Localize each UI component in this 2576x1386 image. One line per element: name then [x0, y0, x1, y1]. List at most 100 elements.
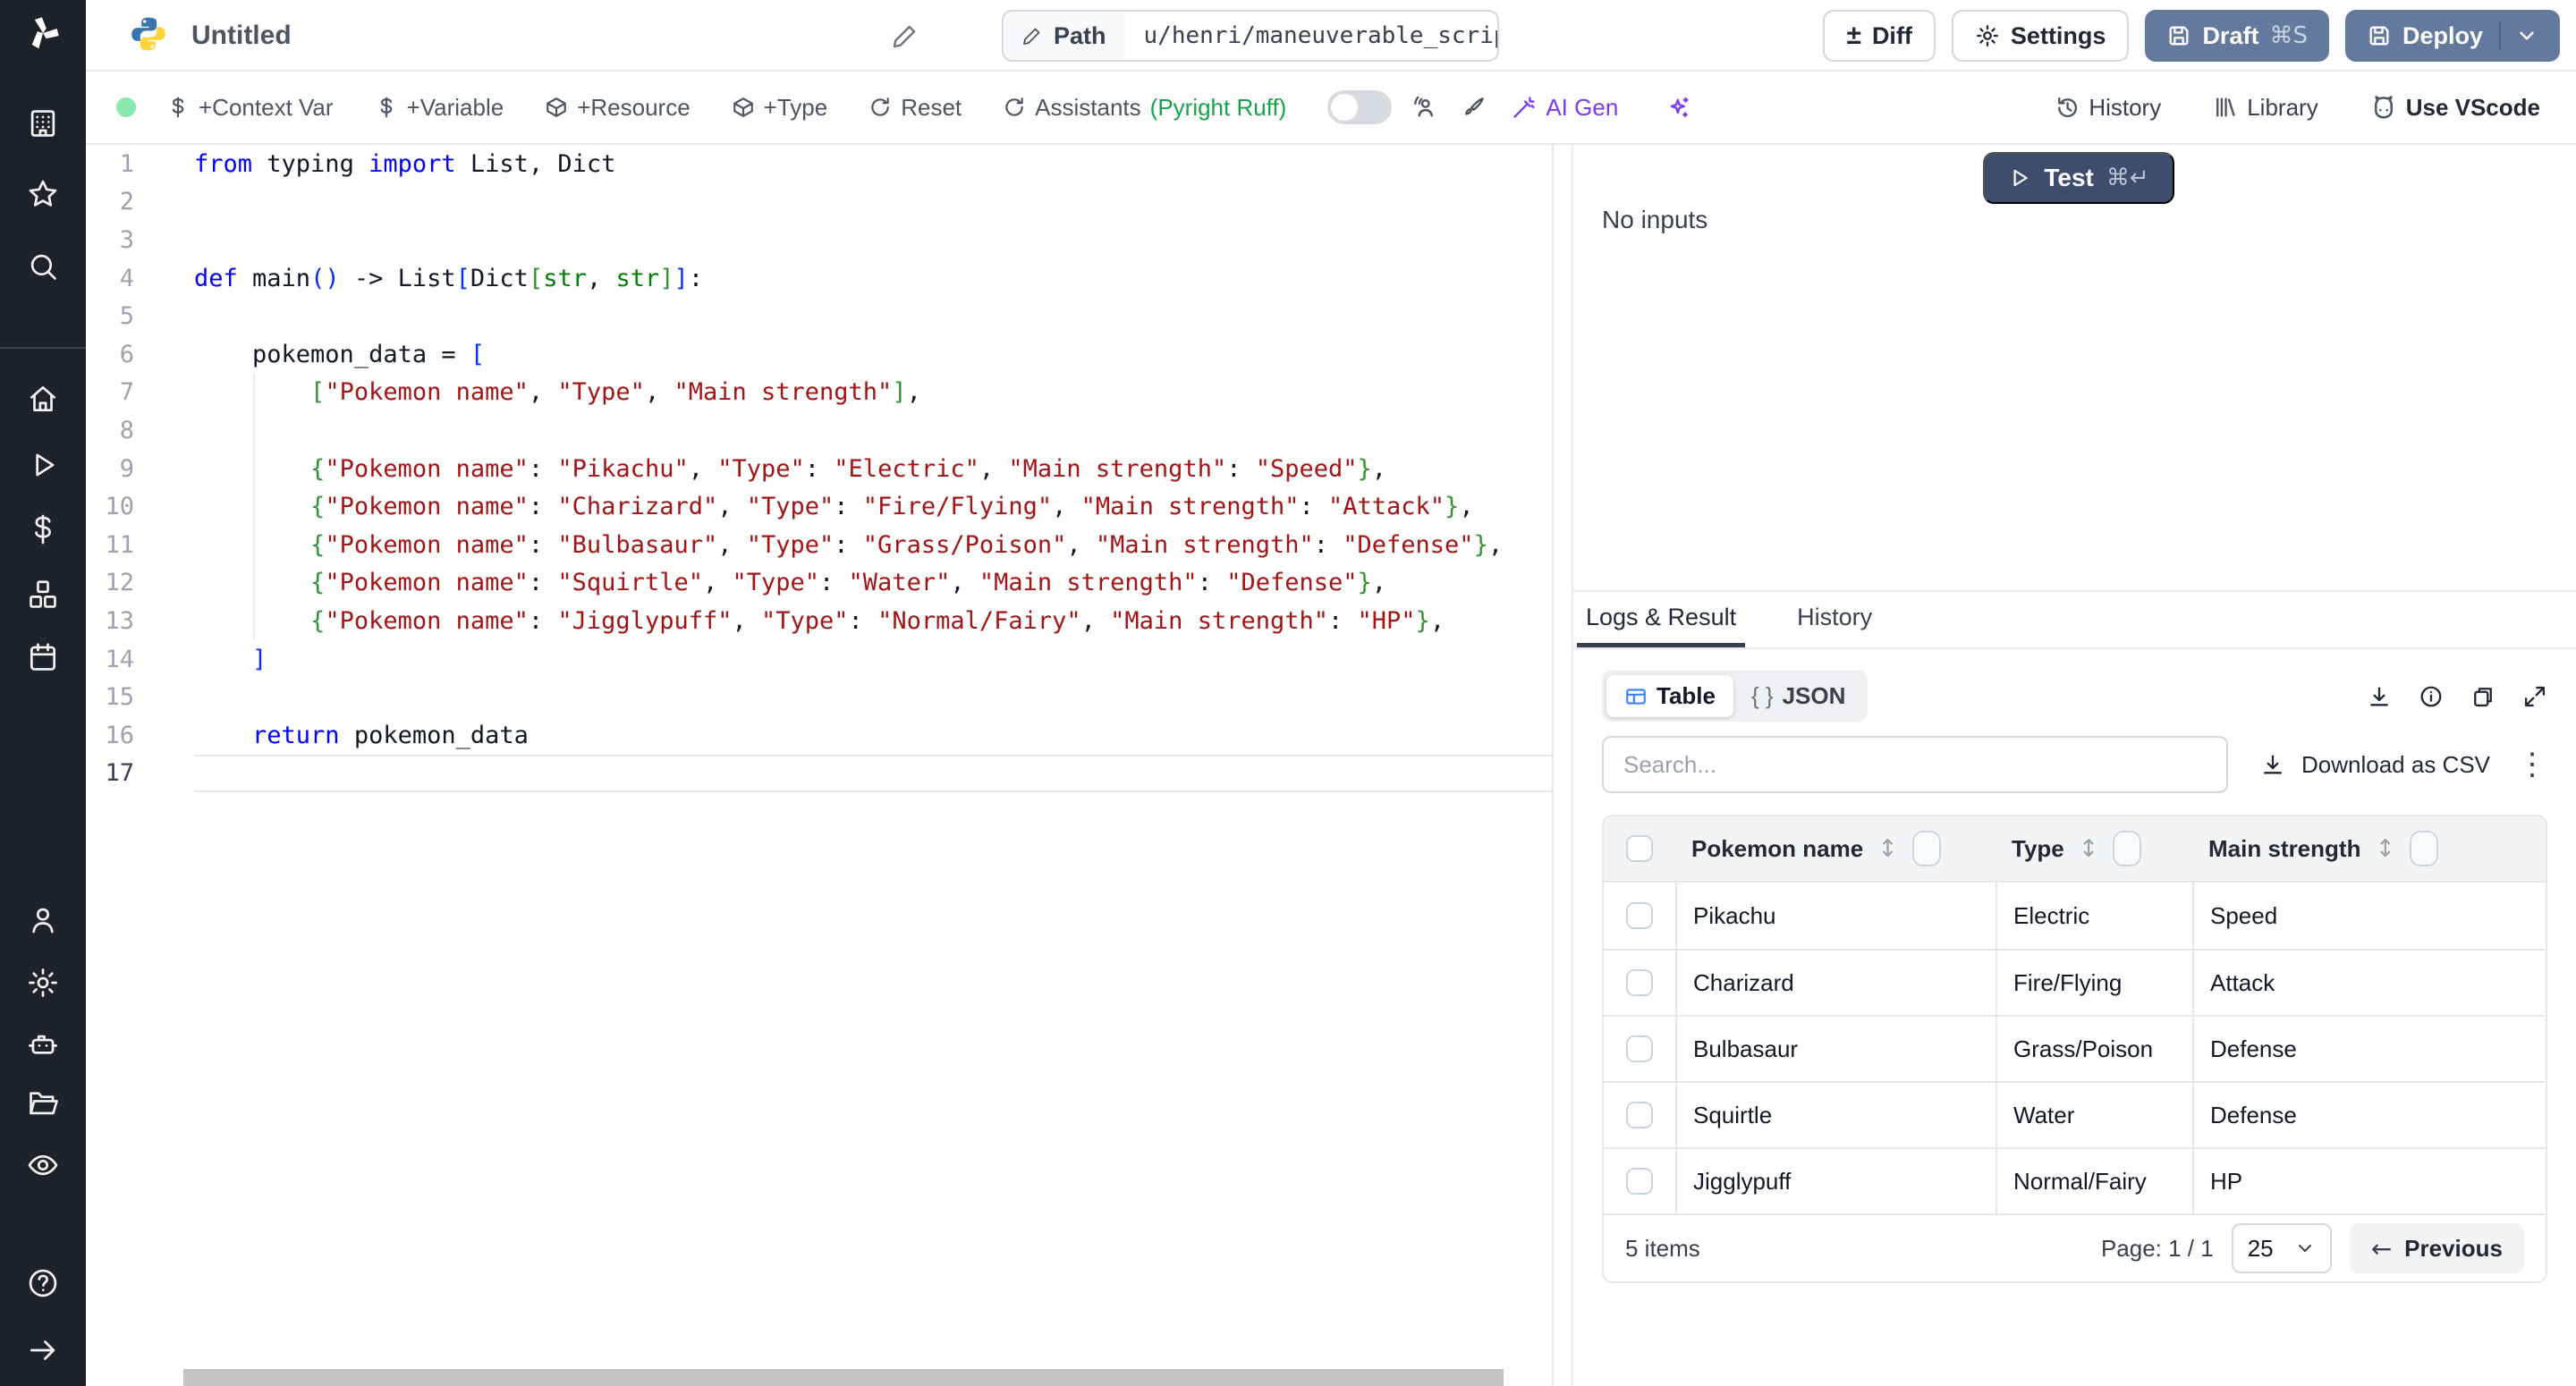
previous-page-button[interactable]: ← Previous — [2350, 1223, 2524, 1273]
select-all-checkbox[interactable] — [1626, 835, 1653, 862]
code-editor[interactable]: 1from typing import List, Dict234def mai… — [86, 145, 1554, 1386]
settings-label: Settings — [2011, 22, 2106, 50]
tab-history[interactable]: History — [1788, 592, 1881, 647]
variables-icon[interactable] — [25, 511, 61, 547]
use-vscode-button[interactable]: Use VScode — [2370, 94, 2540, 122]
row-checkbox[interactable] — [1626, 902, 1653, 929]
sort-icon[interactable]: ↕ — [2375, 835, 2395, 863]
line-number: 4 — [86, 265, 134, 292]
copy-clipboard-icon[interactable] — [2470, 684, 2496, 709]
add-type-button[interactable]: +Type — [732, 94, 828, 122]
line-number: 5 — [86, 302, 134, 330]
table-row: JigglypuffNormal/FairyHP — [1604, 1147, 2546, 1213]
page-size-select[interactable]: 25 — [2232, 1223, 2332, 1273]
ai-gen-button[interactable]: AI Gen — [1512, 94, 1618, 122]
audit-logs-icon[interactable] — [25, 1147, 61, 1183]
reset-button[interactable]: Reset — [869, 94, 962, 122]
download-icon — [2260, 752, 2285, 777]
deploy-dropdown-caret[interactable] — [2499, 21, 2538, 51]
deploy-button[interactable]: Deploy — [2345, 10, 2560, 62]
table-cell: Fire/Flying — [1996, 951, 2192, 1015]
path-field[interactable]: Path u/henri/maneuverable_script — [1002, 10, 1499, 62]
sparkles-icon[interactable] — [1666, 95, 1691, 120]
code-line: 5 — [86, 297, 1552, 335]
table-cell: Normal/Fairy — [1996, 1149, 2192, 1213]
row-checkbox[interactable] — [1626, 1102, 1653, 1128]
view-json-button[interactable]: { } JSON — [1733, 675, 1863, 717]
table-cell: Jigglypuff — [1675, 1149, 1996, 1213]
help-icon[interactable] — [25, 1265, 61, 1301]
editor-toolbar: +Context Var +Variable +Resource +Type R… — [86, 72, 2576, 145]
table-cell: Squirtle — [1675, 1083, 1996, 1147]
schedules-icon[interactable] — [25, 639, 61, 675]
expand-sidebar-icon[interactable] — [25, 1332, 61, 1368]
table-footer: 5 items Page: 1 / 1 25 ← Previous — [1604, 1213, 2546, 1281]
draft-button[interactable]: Draft ⌘S — [2145, 10, 2329, 62]
windmill-logo — [22, 13, 64, 58]
deploy-label: Deploy — [2402, 22, 2483, 50]
python-language-icon — [129, 14, 168, 58]
column-filter-pill[interactable] — [2113, 831, 2141, 866]
row-checkbox[interactable] — [1626, 1035, 1653, 1062]
row-checkbox[interactable] — [1626, 1168, 1653, 1195]
download-result-icon[interactable] — [2367, 684, 2392, 709]
result-table: Pokemon name ↕ Type ↕ Main strength ↕ — [1602, 815, 2547, 1283]
info-icon[interactable] — [2419, 684, 2444, 709]
view-table-button[interactable]: Table — [1606, 675, 1733, 717]
home-icon[interactable] — [25, 381, 61, 417]
test-label: Test — [2044, 164, 2094, 192]
sort-icon[interactable]: ↕ — [1877, 835, 1898, 863]
resources-icon[interactable] — [25, 577, 61, 613]
path-label-section: Path — [1004, 12, 1124, 60]
column-filter-pill[interactable] — [2410, 831, 2438, 866]
search-icon[interactable] — [25, 249, 61, 284]
format-brush-icon[interactable] — [1462, 95, 1487, 120]
runs-icon[interactable] — [25, 447, 61, 483]
edit-title-pencil-icon[interactable] — [891, 21, 919, 55]
diff-button[interactable]: ± Diff — [1823, 10, 1935, 62]
line-number: 17 — [86, 759, 134, 787]
settings-button[interactable]: Settings — [1952, 10, 2130, 62]
no-inputs-text: No inputs — [1602, 206, 1707, 234]
users-icon[interactable] — [25, 902, 61, 938]
workspace-icon[interactable] — [25, 106, 61, 141]
library-button[interactable]: Library — [2213, 94, 2318, 122]
code-line: 17 — [86, 755, 1552, 793]
expand-fullscreen-icon[interactable] — [2522, 684, 2547, 709]
line-number: 7 — [86, 378, 134, 406]
workers-icon[interactable] — [25, 1026, 61, 1061]
table-cell: Defense — [2192, 1017, 2546, 1081]
favorites-icon[interactable] — [25, 176, 61, 212]
history-button[interactable]: History — [2055, 94, 2161, 122]
column-filter-pill[interactable] — [1912, 831, 1941, 866]
editor-horizontal-scrollbar[interactable] — [183, 1369, 1504, 1386]
settings-icon[interactable] — [25, 965, 61, 1001]
table-cell: Electric — [1996, 883, 2192, 949]
table-row: SquirtleWaterDefense — [1604, 1081, 2546, 1147]
assistants-button[interactable]: Assistants (Pyright Ruff) — [1003, 94, 1286, 122]
multiplayer-users-icon[interactable] — [1411, 95, 1436, 120]
line-number: 6 — [86, 341, 134, 368]
line-number: 3 — [86, 226, 134, 254]
multiplayer-toggle[interactable] — [1327, 90, 1392, 124]
path-value[interactable]: u/henri/maneuverable_script — [1124, 22, 1499, 49]
line-number: 8 — [86, 417, 134, 444]
library-icon — [2213, 95, 2238, 120]
code-line: 7 ["Pokemon name", "Type", "Main strengt… — [86, 374, 1552, 412]
row-checkbox[interactable] — [1626, 969, 1653, 996]
sort-icon[interactable]: ↕ — [2079, 835, 2099, 863]
download-as-csv-button[interactable]: Download as CSV — [2260, 751, 2490, 779]
table-cell: Bulbasaur — [1675, 1017, 1996, 1081]
test-run-button[interactable]: Test ⌘↵ — [1983, 152, 2174, 204]
table-options-kebab-icon[interactable]: ⋮ — [2517, 749, 2547, 780]
result-tabs: Logs & Result History — [1573, 590, 2576, 649]
folders-icon[interactable] — [25, 1085, 61, 1120]
tab-logs-result[interactable]: Logs & Result — [1577, 592, 1745, 647]
add-variable-button[interactable]: +Variable — [375, 94, 504, 122]
add-context-var-button[interactable]: +Context Var — [166, 94, 334, 122]
result-search-input[interactable] — [1602, 736, 2228, 793]
add-resource-button[interactable]: +Resource — [545, 94, 690, 122]
diff-label: Diff — [1872, 22, 1912, 50]
line-number: 16 — [86, 722, 134, 749]
magic-wand-icon — [1512, 95, 1537, 120]
